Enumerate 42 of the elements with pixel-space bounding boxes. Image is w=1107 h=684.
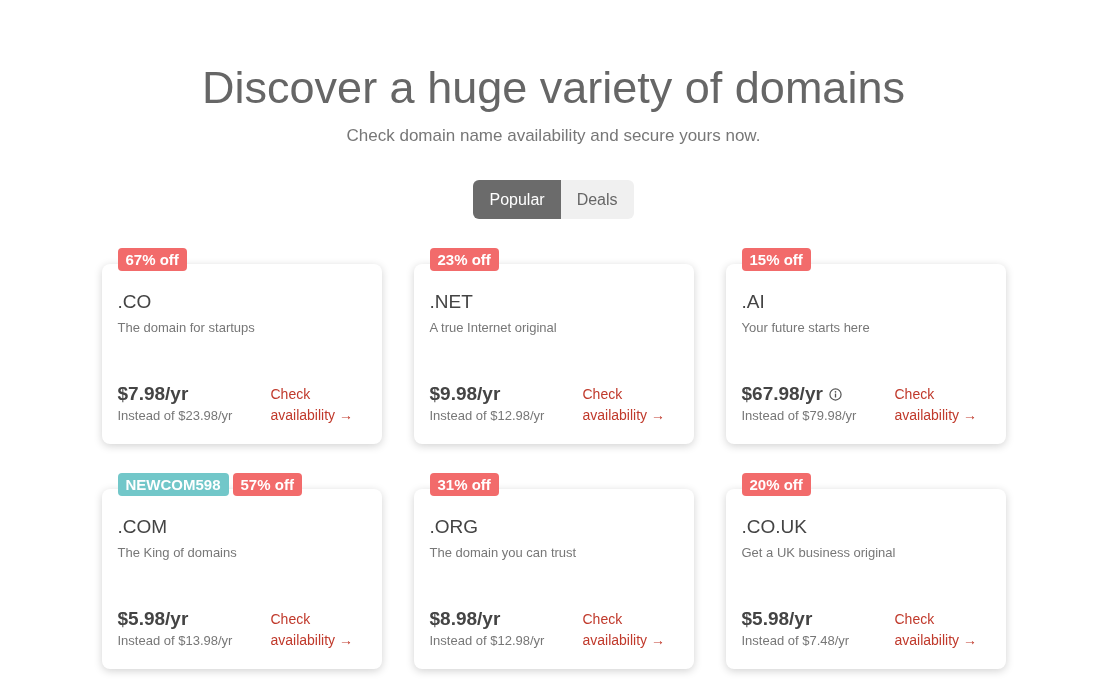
page-subheading: Check domain name availability and secure yours now.	[346, 125, 761, 147]
discount-badge: 57% off	[232, 473, 302, 496]
old-price: Instead of $23.98/yr	[117, 407, 233, 425]
page-heading: Discover a huge variety of domains	[202, 61, 905, 115]
price: $7.98/yr	[117, 382, 189, 406]
check-availability-link[interactable]: Check availability →	[894, 609, 990, 651]
discount-badge: 23% off	[429, 248, 499, 271]
check-availability-link[interactable]: Check availability →	[582, 384, 678, 426]
domain-tagline: The domain for startups	[117, 319, 256, 337]
domain-name: .CO.UK	[741, 515, 808, 539]
domain-tagline: Your future starts here	[741, 319, 871, 337]
domain-name: .COM	[117, 515, 169, 539]
price: $9.98/yr	[429, 382, 501, 406]
price: $5.98/yr	[741, 607, 813, 631]
price: $67.98/yr	[741, 382, 823, 406]
discount-badge: 15% off	[741, 248, 811, 271]
domain-name: .AI	[741, 290, 766, 314]
old-price: Instead of $7.48/yr	[741, 632, 850, 650]
discount-badge: NEWCOM598	[117, 473, 229, 496]
check-availability-link[interactable]: Check availability →	[270, 384, 366, 426]
tab[interactable]: Deals	[560, 180, 634, 219]
info-icon[interactable]	[828, 387, 842, 401]
discount-badge: 20% off	[741, 473, 811, 496]
discount-badge: 67% off	[117, 248, 187, 271]
domain-tagline: Get a UK business original	[741, 544, 897, 562]
check-availability-link[interactable]: Check availability →	[582, 609, 678, 651]
discount-badge: 31% off	[429, 473, 499, 496]
domain-tagline: The domain you can trust	[429, 544, 578, 562]
price: $5.98/yr	[117, 607, 189, 631]
old-price: Instead of $13.98/yr	[117, 632, 233, 650]
old-price: Instead of $12.98/yr	[429, 407, 545, 425]
price: $8.98/yr	[429, 607, 501, 631]
check-availability-link[interactable]: Check availability →	[894, 384, 990, 426]
domain-tagline: A true Internet original	[429, 319, 558, 337]
domain-name: .NET	[429, 290, 474, 314]
domain-name: .CO	[117, 290, 153, 314]
old-price: Instead of $79.98/yr	[741, 407, 857, 425]
domain-tagline: The King of domains	[117, 544, 238, 562]
old-price: Instead of $12.98/yr	[429, 632, 545, 650]
domain-name: .ORG	[429, 515, 480, 539]
tab[interactable]: Popular	[473, 180, 561, 219]
check-availability-link[interactable]: Check availability →	[270, 609, 366, 651]
